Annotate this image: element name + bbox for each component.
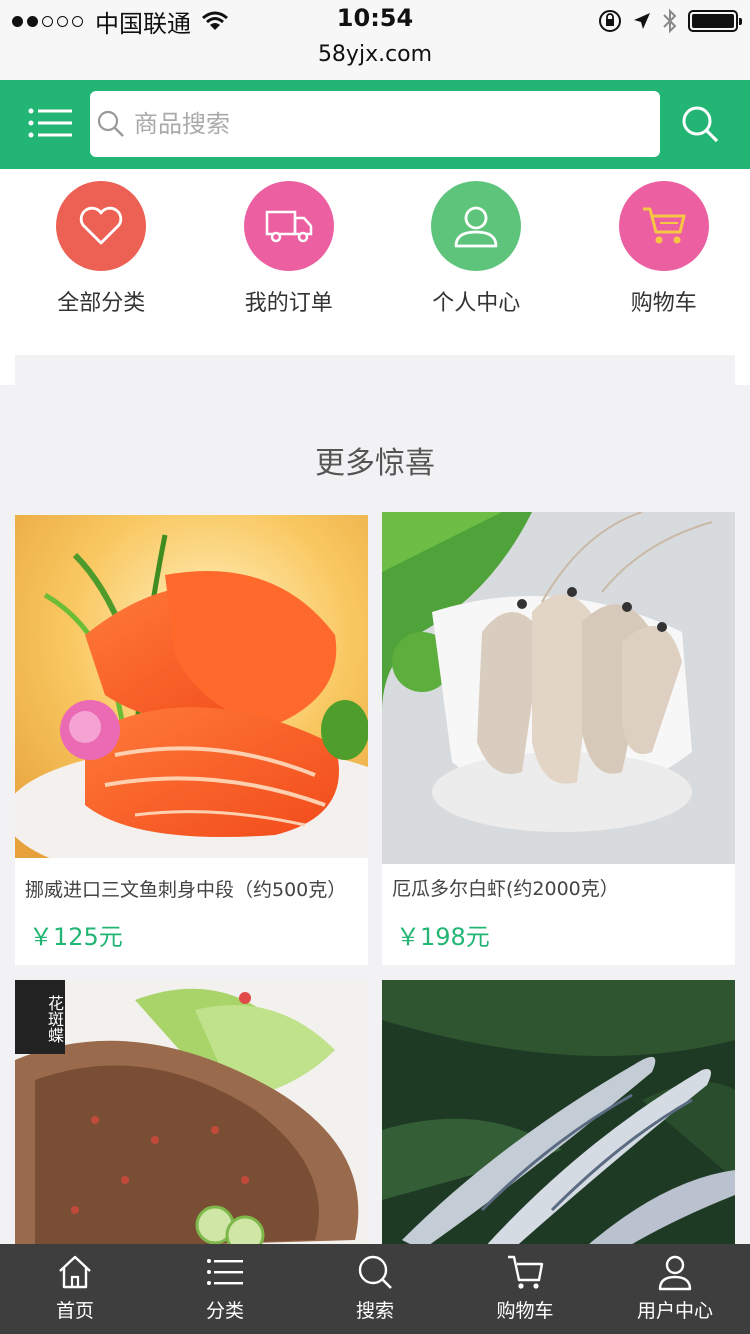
tab-label: 用户中心 — [636, 1300, 713, 1322]
search-input[interactable] — [134, 110, 614, 138]
quick-nav-cart[interactable]: 购物车 — [578, 169, 750, 347]
user-icon — [431, 181, 522, 271]
product-card[interactable]: 挪威进口三文鱼刺身中段（约500克） ￥125元 — [15, 515, 368, 965]
bluetooth-icon — [663, 8, 677, 34]
top-header — [0, 80, 750, 169]
heart-icon — [56, 181, 147, 271]
search-icon — [358, 1255, 392, 1289]
tab-categories[interactable]: 分类 — [150, 1244, 300, 1334]
truck-icon — [243, 181, 334, 271]
status-icons — [598, 6, 742, 36]
quick-nav-personal-center[interactable]: 个人中心 — [390, 169, 563, 347]
product-image-salmon[interactable] — [15, 515, 368, 858]
home-icon — [59, 1255, 91, 1289]
product-image-shrimp[interactable] — [382, 512, 735, 864]
section-title: 更多惊喜 — [315, 446, 435, 481]
quick-nav-label: 我的订单 — [244, 291, 333, 316]
user-icon — [658, 1255, 692, 1291]
quick-nav-all-categories[interactable]: 全部分类 — [15, 169, 188, 347]
search-button-icon[interactable] — [680, 104, 720, 144]
product-image-flounder[interactable]: 花斑蝶 — [15, 980, 368, 1250]
product-name[interactable]: 厄瓜多尔白虾(约2000克） — [392, 874, 619, 901]
tab-label: 搜索 — [355, 1300, 394, 1322]
quick-nav-my-orders[interactable]: 我的订单 — [203, 169, 376, 347]
tab-label: 购物车 — [496, 1300, 554, 1322]
cart-icon — [618, 181, 709, 271]
product-name[interactable]: 挪威进口三文鱼刺身中段（约500克） — [25, 875, 346, 902]
product-price: ￥198元 — [396, 923, 490, 951]
tab-cart[interactable]: 购物车 — [450, 1244, 600, 1334]
tab-home[interactable]: 首页 — [0, 1244, 150, 1334]
search-icon — [97, 110, 124, 137]
product-card[interactable]: 厄瓜多尔白虾(约2000克） ￥198元 — [382, 512, 735, 965]
product-price: ￥125元 — [29, 923, 123, 951]
product-card[interactable]: 花斑蝶 — [15, 980, 368, 1250]
page-url[interactable]: 58yjx.com — [0, 42, 750, 67]
tab-search[interactable]: 搜索 — [300, 1244, 450, 1334]
quick-nav-label: 全部分类 — [57, 291, 146, 316]
product-badge: 花斑蝶 — [15, 980, 65, 1054]
quick-nav-label: 个人中心 — [432, 291, 521, 316]
menu-icon[interactable] — [28, 107, 72, 139]
tab-label: 分类 — [205, 1300, 244, 1322]
cart-icon — [508, 1255, 544, 1289]
product-badge-text: 花斑蝶 — [45, 995, 64, 1043]
list-icon — [207, 1259, 243, 1285]
tab-label: 首页 — [55, 1300, 94, 1322]
orientation-lock-icon — [599, 10, 621, 32]
status-bar: 中国联通 10:54 58yjx.com — [0, 0, 750, 80]
quick-nav-label: 购物车 — [630, 291, 697, 316]
location-arrow-icon — [634, 13, 650, 29]
banner-placeholder — [15, 355, 735, 385]
search-bar[interactable] — [90, 91, 660, 157]
product-image-sardines[interactable] — [382, 980, 735, 1250]
bottom-tab-bar: 首页 分类 搜索 购物车 用户中心 — [0, 1244, 750, 1334]
quick-nav: 全部分类 我的订单 个人中心 购物车 — [0, 169, 750, 347]
product-card[interactable] — [382, 980, 735, 1250]
battery-icon — [688, 10, 742, 32]
tab-user-center[interactable]: 用户中心 — [600, 1244, 750, 1334]
